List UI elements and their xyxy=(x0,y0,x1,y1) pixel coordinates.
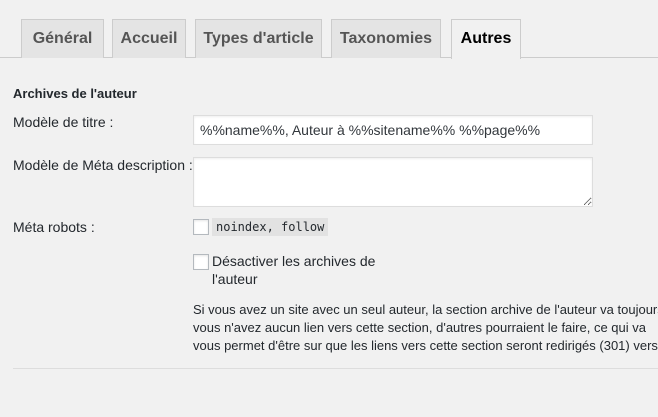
tab-taxonomies[interactable]: Taxonomies xyxy=(331,19,441,58)
disable-archives-label-line1: Désactiver les archives de xyxy=(212,253,376,269)
meta-description-textarea[interactable] xyxy=(193,157,593,207)
meta-robots-label: Méta robots : xyxy=(13,219,95,235)
tab-types-article[interactable]: Types d'article xyxy=(195,19,322,58)
title-template-input[interactable] xyxy=(193,115,593,145)
meta-description-label: Modèle de Méta description : xyxy=(13,157,193,173)
disable-archives-label-line2: l'auteur xyxy=(212,271,258,287)
disable-archives-label[interactable]: Désactiver les archives de l'auteur xyxy=(212,252,387,288)
disable-archives-checkbox[interactable] xyxy=(193,254,209,270)
section-title: Archives de l'auteur xyxy=(13,86,137,101)
tab-general[interactable]: Général xyxy=(21,19,104,58)
author-archive-description: Si vous avez un site avec un seul auteur… xyxy=(193,301,658,355)
tab-autres[interactable]: Autres xyxy=(451,19,521,59)
description-line-1: Si vous avez un site avec un seul auteur… xyxy=(193,302,658,317)
section-divider xyxy=(13,368,658,369)
title-template-label: Modèle de titre : xyxy=(13,114,114,130)
tab-accueil[interactable]: Accueil xyxy=(112,19,186,58)
description-line-2: vous n'avez aucun lien vers cette sectio… xyxy=(193,320,646,335)
description-line-3: vous permet d'être sur que les liens ver… xyxy=(193,338,658,353)
settings-tabs: Général Accueil Types d'article Taxonomi… xyxy=(0,0,658,59)
meta-robots-value: noindex, follow xyxy=(212,218,329,236)
meta-robots-checkbox[interactable] xyxy=(193,219,209,235)
